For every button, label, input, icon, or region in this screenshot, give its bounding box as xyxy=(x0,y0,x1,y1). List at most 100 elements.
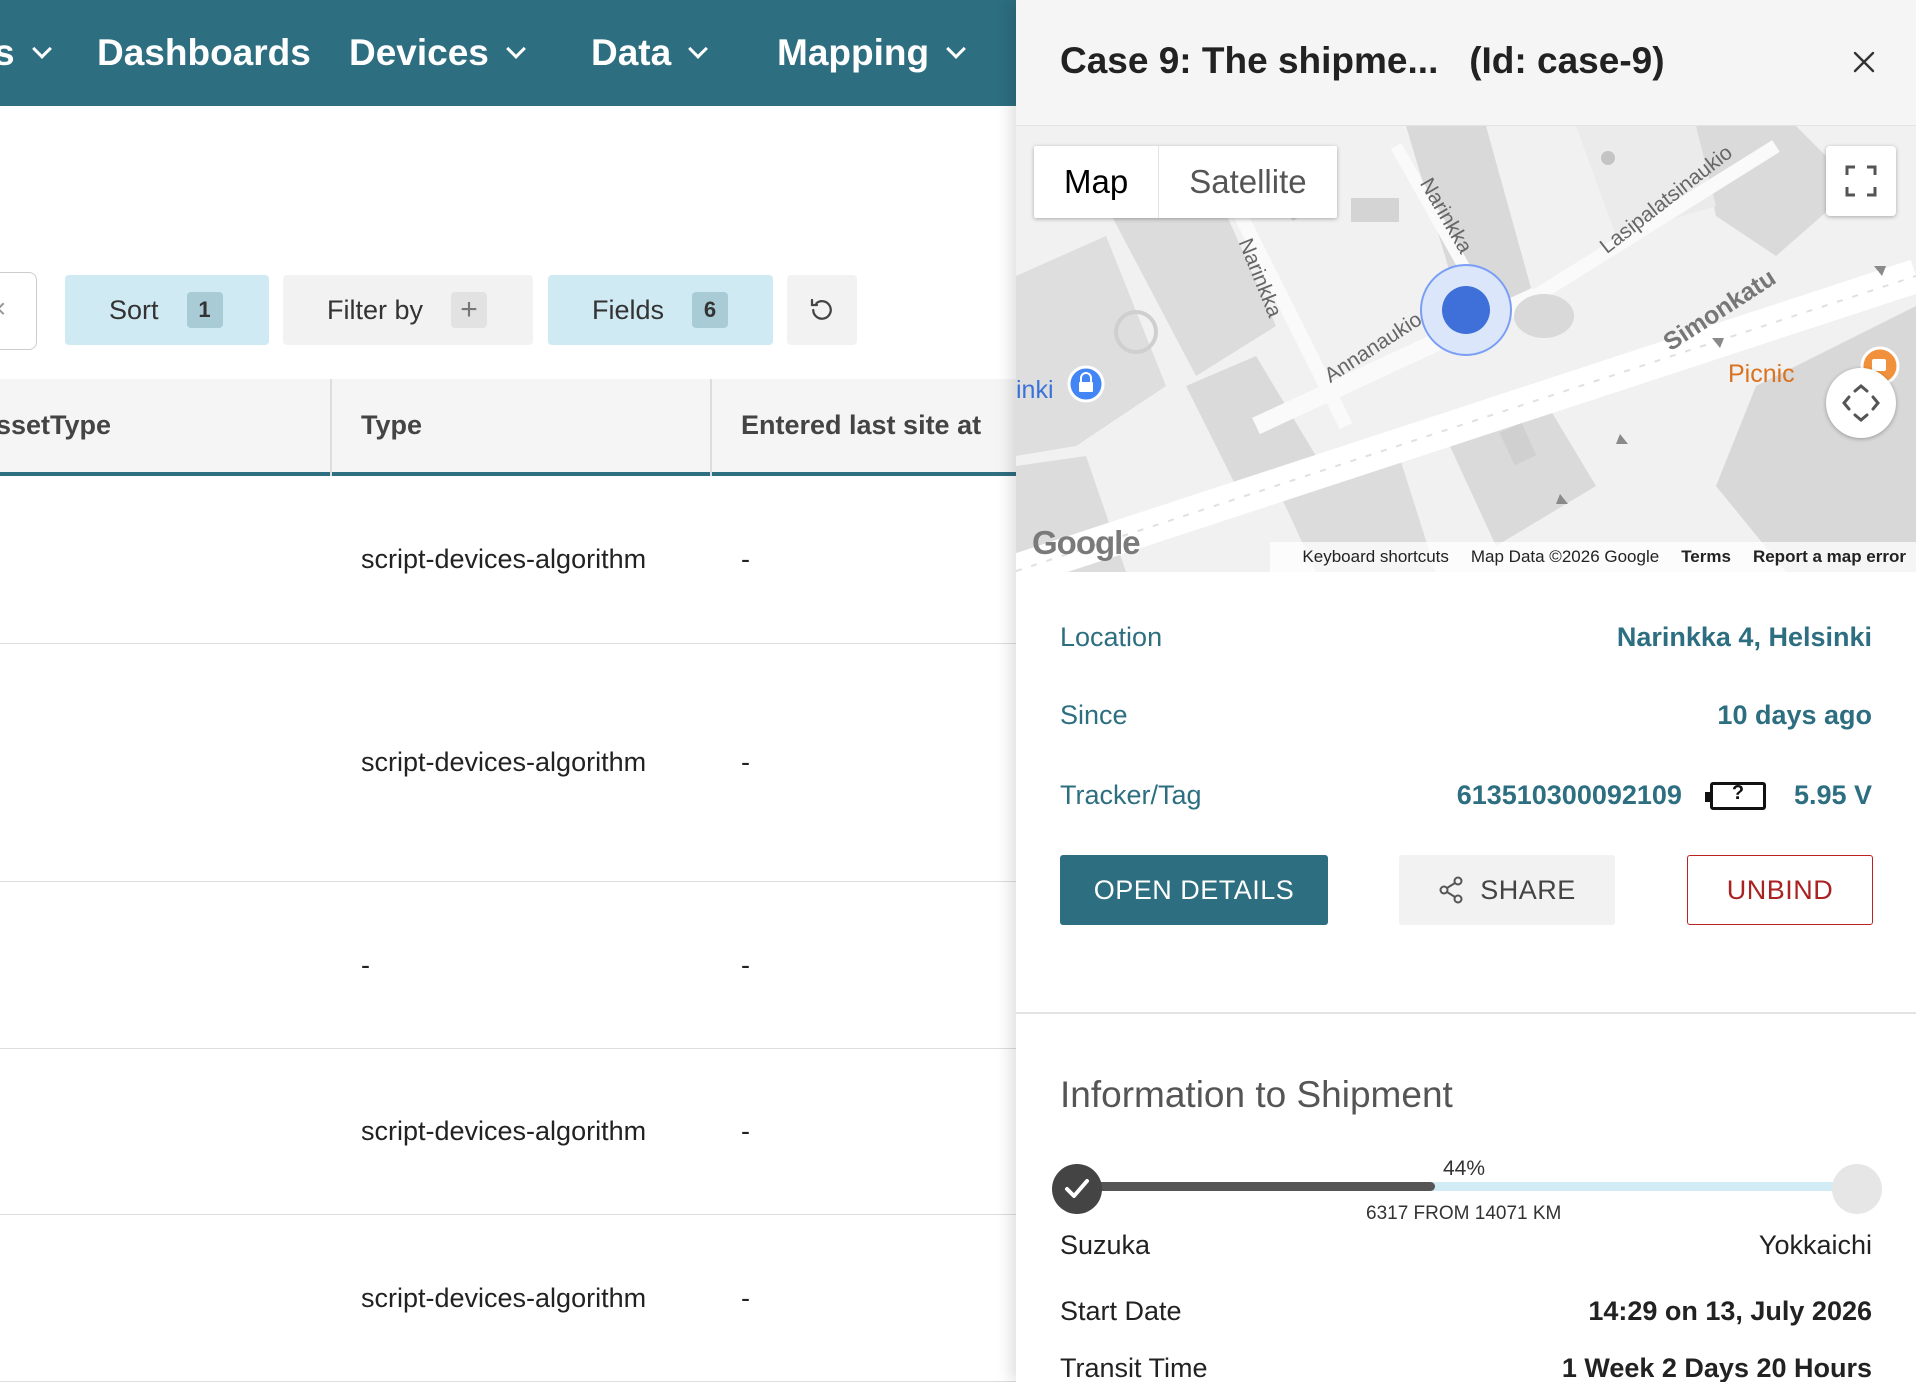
origin-city: Suzuka xyxy=(1060,1230,1151,1260)
nav-item-dashboards[interactable]: Dashboards xyxy=(97,0,311,106)
chevron-down-icon xyxy=(31,39,52,59)
cell-entered: - xyxy=(741,747,750,777)
distance-text: 6317 FROM 14071 KM xyxy=(1366,1203,1562,1224)
filter-label: Filter by xyxy=(327,294,424,325)
battery-voltage: 5.95 V xyxy=(1793,780,1872,810)
nav-item-label: Devices xyxy=(349,32,489,73)
plus-icon: + xyxy=(451,292,488,328)
table-row[interactable]: script-devices-algorithm - xyxy=(0,644,1020,882)
move-icon xyxy=(1842,384,1880,422)
cell-entered: - xyxy=(741,1116,750,1146)
transit-time-label: Transit Time xyxy=(1060,1353,1208,1382)
battery-unknown-indicator: ? xyxy=(1731,781,1745,804)
cell-type: script-devices-algorithm xyxy=(361,1282,647,1313)
refresh-icon xyxy=(810,298,832,320)
unbind-button[interactable]: UNBIND xyxy=(1687,855,1873,925)
destination-marker xyxy=(1832,1164,1882,1214)
reset-button[interactable] xyxy=(787,275,857,345)
cell-type: script-devices-algorithm xyxy=(361,1116,647,1146)
chevron-down-icon xyxy=(946,39,966,59)
table-row[interactable]: script-devices-algorithm - xyxy=(0,1215,1020,1382)
sort-button[interactable]: Sort 1 xyxy=(65,275,269,345)
location-label: Location xyxy=(1060,622,1163,652)
open-details-button[interactable]: OPEN DETAILS xyxy=(1060,855,1328,925)
fields-button[interactable]: Fields 6 xyxy=(548,275,773,345)
panel-title: Case 9: The shipme... (Id: case-9) xyxy=(1060,40,1665,82)
location-map[interactable]: Narinkka Narinkka Lasipalatsinaukio Simo… xyxy=(1016,126,1916,572)
cell-type: script-devices-algorithm xyxy=(361,747,647,777)
chevron-down-icon xyxy=(505,39,526,59)
map-tab-map[interactable]: Map xyxy=(1034,146,1160,218)
origin-reached-marker xyxy=(1052,1164,1102,1214)
nav-item-label: Dashboards xyxy=(97,32,311,73)
since-label: Since xyxy=(1060,700,1128,730)
case-title: Case 9: The shipme... xyxy=(1060,40,1439,81)
column-divider xyxy=(330,379,332,476)
transit-time-value: 1 Week 2 Days 20 Hours xyxy=(1561,1353,1872,1382)
cell-entered: - xyxy=(741,1282,750,1313)
location-value[interactable]: Narinkka 4, Helsinki xyxy=(1617,622,1872,653)
column-divider xyxy=(710,379,712,476)
map-tab-satellite[interactable]: Satellite xyxy=(1159,146,1336,218)
details-panel: Case 9: The shipme... (Id: case-9) Narin… xyxy=(1016,0,1916,1382)
column-header-type[interactable]: Type xyxy=(361,379,422,472)
nav-item-data[interactable]: Data xyxy=(591,0,709,106)
poi-label-picnic[interactable]: Picnic xyxy=(1728,360,1795,389)
fullscreen-icon xyxy=(1845,165,1877,197)
progress-percent: 44% xyxy=(1443,1157,1486,1180)
nav-item-truncated[interactable]: s xyxy=(0,0,52,106)
shipment-progress-track xyxy=(1092,1182,1872,1191)
shipment-progress-fill xyxy=(1092,1182,1436,1191)
sort-count-badge: 1 xyxy=(186,292,223,328)
nav-item-label: s xyxy=(0,32,15,73)
nav-item-label: Data xyxy=(591,32,672,73)
tracker-label: Tracker/Tag xyxy=(1060,780,1202,810)
check-icon xyxy=(1065,1179,1089,1198)
map-type-toggle: Map Satellite xyxy=(1034,146,1337,218)
place-label: inki xyxy=(1016,376,1054,404)
since-value: 10 days ago xyxy=(1717,700,1872,730)
start-date-label: Start Date xyxy=(1060,1296,1182,1326)
nav-item-mapping[interactable]: Mapping xyxy=(777,0,966,106)
close-icon xyxy=(1853,51,1875,73)
fields-count-badge: 6 xyxy=(692,292,729,328)
battery-icon: ? xyxy=(1704,781,1766,810)
map-attribution: Keyboard shortcuts Map Data ©2026 Google… xyxy=(1270,542,1916,572)
nav-item-devices[interactable]: Devices xyxy=(349,0,526,106)
filter-button[interactable]: Filter by + xyxy=(283,275,533,345)
cell-type: - xyxy=(361,949,370,980)
destination-city: Yokkaichi xyxy=(1758,1230,1872,1260)
shipment-section-title: Information to Shipment xyxy=(1060,1074,1453,1115)
keyboard-shortcuts-link[interactable]: Keyboard shortcuts xyxy=(1302,547,1448,567)
clear-search-icon[interactable]: × xyxy=(0,293,6,325)
table-row[interactable]: - - xyxy=(0,882,1020,1049)
case-id: (Id: case-9) xyxy=(1469,40,1665,81)
cell-type: script-devices-algorithm xyxy=(361,544,647,574)
nav-item-label: Mapping xyxy=(777,32,930,73)
report-map-error-link[interactable]: Report a map error xyxy=(1753,547,1906,567)
map-data-text: Map Data ©2026 Google xyxy=(1470,547,1660,566)
top-navigation: s Dashboards Devices Data Mapping xyxy=(0,0,1020,106)
map-pan-control[interactable] xyxy=(1826,368,1896,438)
share-button[interactable]: SHARE xyxy=(1399,855,1615,925)
table-row[interactable]: script-devices-algorithm - xyxy=(0,476,1020,644)
chevron-down-icon xyxy=(688,39,709,59)
table-header: ssetType Type Entered last site at xyxy=(0,379,1020,476)
sort-label: Sort xyxy=(109,294,159,325)
start-date-value: 14:29 on 13, July 2026 xyxy=(1588,1296,1872,1326)
column-header-entered-last-site[interactable]: Entered last site at xyxy=(741,379,981,472)
panel-header: Case 9: The shipme... (Id: case-9) xyxy=(1016,0,1916,126)
tracker-id-link[interactable]: 613510300092109 xyxy=(1457,780,1682,811)
table-row[interactable]: script-devices-algorithm - xyxy=(0,1049,1020,1215)
section-divider xyxy=(1016,1012,1916,1014)
fullscreen-button[interactable] xyxy=(1826,146,1896,216)
google-logo: Google xyxy=(1032,524,1141,561)
close-button[interactable] xyxy=(1846,44,1882,80)
share-icon xyxy=(1439,876,1463,904)
fields-label: Fields xyxy=(592,294,665,325)
search-input[interactable]: × xyxy=(0,272,37,350)
terms-link[interactable]: Terms xyxy=(1681,547,1731,567)
cell-entered: - xyxy=(741,544,750,574)
tracker-value-group: 613510300092109 ? 5.95 V xyxy=(1457,780,1872,811)
column-header-assettype[interactable]: ssetType xyxy=(0,379,111,472)
